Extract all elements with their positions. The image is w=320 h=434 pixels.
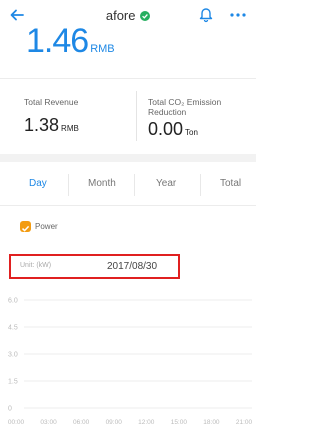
total-revenue-stat: Total Revenue 1.38 RMB [24,97,79,136]
emission-reduction-unit: Ton [185,128,198,137]
stats-divider [136,91,137,141]
x-tick-label: 00:00 [8,419,25,426]
x-tick-label: 18:00 [203,419,220,426]
legend-label: Power [35,222,58,231]
emission-reduction-label: Total CO₂ Emission Reduction [148,97,222,117]
bell-icon [199,8,213,23]
tab-month[interactable]: Month [88,178,116,189]
y-tick-label: 1.5 [8,379,18,386]
y-tick-label: 3.0 [8,352,18,359]
summary-number: 1.46 [26,26,89,60]
tab-separator [134,174,135,196]
total-revenue-value: 1.38 RMB [24,115,79,136]
stats-panel: Total Revenue 1.38 RMB Total CO₂ Emission… [0,78,256,154]
more-icon [230,13,246,17]
emission-reduction-value: 0.00 Ton [148,119,248,140]
x-tick-label: 15:00 [171,419,188,426]
more-button[interactable] [228,8,248,20]
chart-unit-label: Unit: (kW) [20,262,52,269]
tab-separator [68,174,69,196]
y-tick-label: 4.5 [8,325,18,332]
total-revenue-number: 1.38 [24,115,60,135]
selected-date[interactable]: 2017/08/30 [107,261,157,272]
summary-unit: RMB [90,43,115,55]
section-divider [0,154,256,162]
summary-value: 1.46 RMB [26,26,115,66]
notification-button[interactable] [198,5,214,23]
total-revenue-label: Total Revenue [24,97,79,107]
verified-check-icon [140,9,151,24]
chart-svg: 6.0 4.5 3.0 1.5 0 00:00 03:00 06:00 09:00 12:00 15… [8,298,253,427]
total-revenue-unit: RMB [61,124,79,133]
page-title-text: afore [105,8,136,23]
x-tick-label: 12:00 [138,419,155,426]
tab-year[interactable]: Year [156,178,176,189]
x-tick-label: 06:00 [73,419,90,426]
x-tick-label: 09:00 [106,419,123,426]
tab-total[interactable]: Total [220,178,241,189]
power-chart: 6.0 4.5 3.0 1.5 0 00:00 03:00 06:00 09:00 12:00 15… [0,288,256,434]
period-tabs: Day Month Year Total [0,162,256,206]
emission-reduction-number: 0.00 [148,119,184,139]
x-tick-label: 21:00 [236,419,253,426]
date-selector[interactable]: Unit: (kW) 2017/08/30 [9,254,180,279]
emission-reduction-stat: Total CO₂ Emission Reduction 0.00 Ton [148,97,248,140]
tab-day[interactable]: Day [29,178,47,189]
y-tick-label: 0 [8,406,12,413]
checkbox-checked-icon[interactable] [20,221,31,232]
tab-separator [200,174,201,196]
x-tick-label: 03:00 [40,419,57,426]
y-tick-label: 6.0 [8,298,18,305]
page-title: afore [0,8,256,24]
